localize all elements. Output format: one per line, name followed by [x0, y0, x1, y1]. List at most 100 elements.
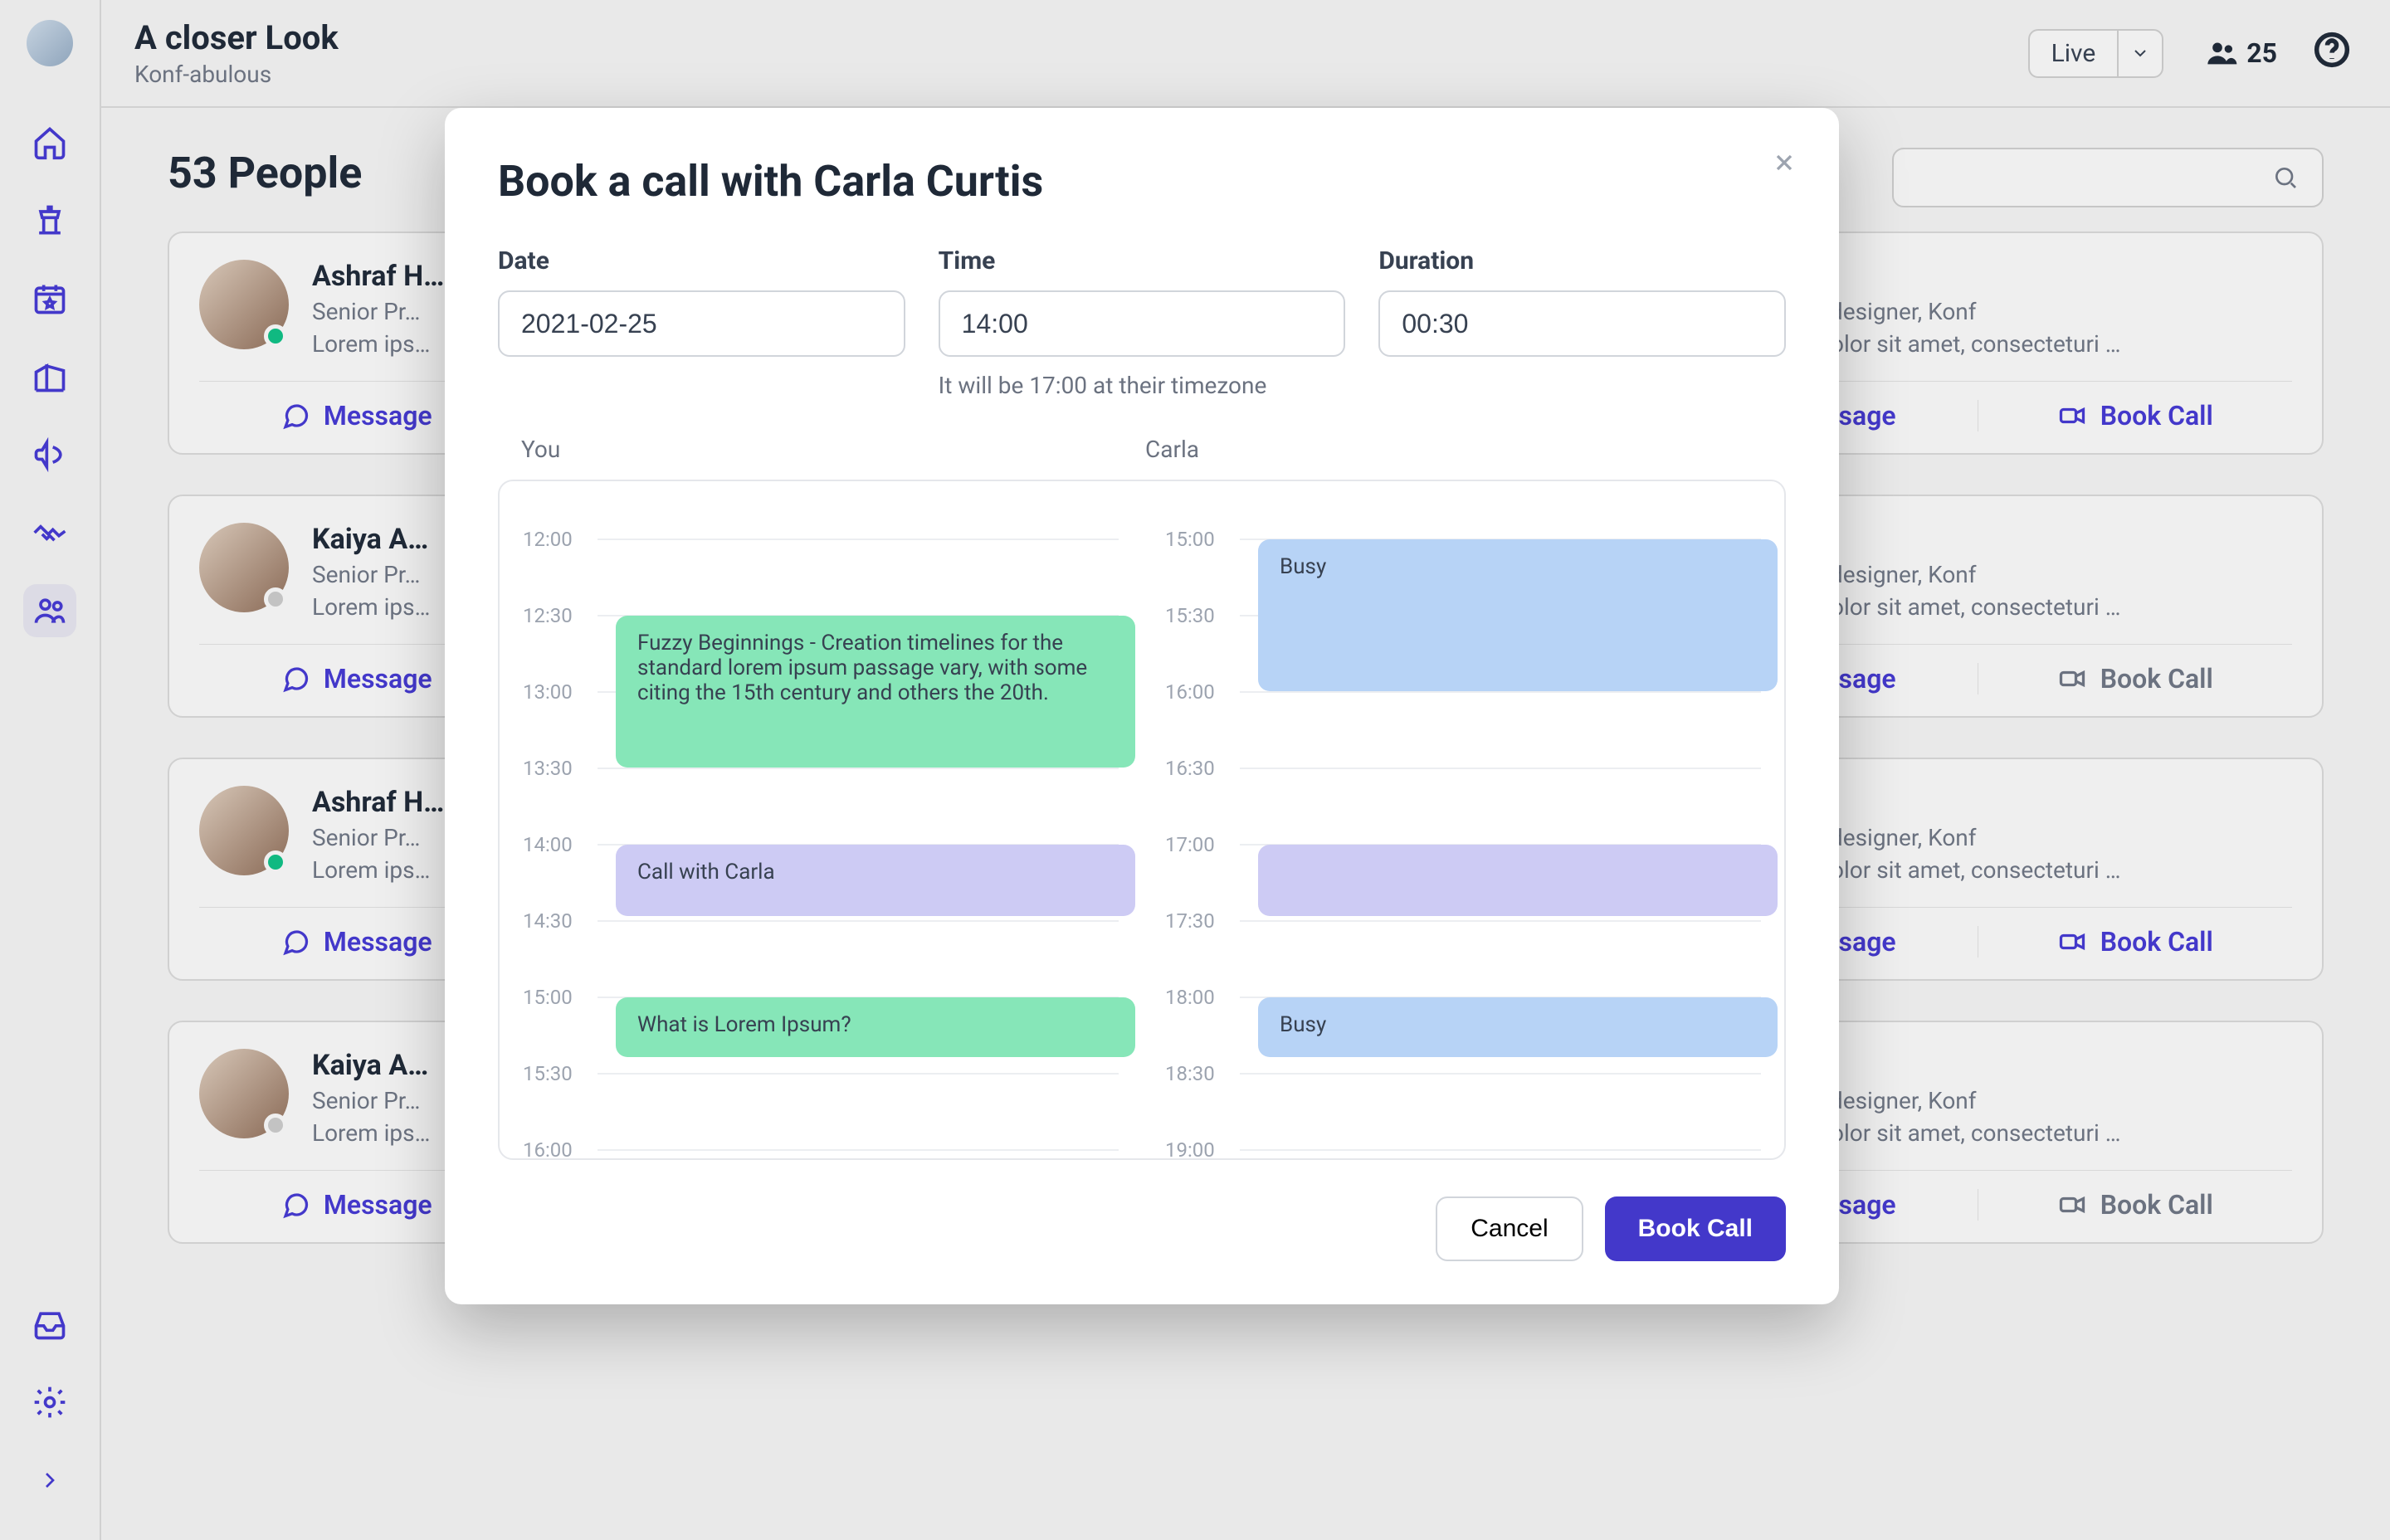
timeline-event[interactable]: Call with Carla [616, 845, 1135, 916]
timeline-event[interactable] [1258, 845, 1778, 916]
time-slot: 12:00 [523, 501, 1119, 578]
book-call-modal: Book a call with Carla Curtis Date Time … [445, 108, 1839, 1304]
book-call-button[interactable]: Book Call [1978, 400, 2293, 431]
presence-indicator [264, 1114, 287, 1137]
slot-time-label: 19:00 [1165, 1138, 1240, 1160]
person-avatar[interactable] [199, 786, 289, 875]
time-input[interactable] [939, 290, 1346, 357]
timeline-event[interactable]: What is Lorem Ipsum? [616, 997, 1135, 1057]
attendee-count-value: 25 [2246, 37, 2277, 69]
person-avatar[interactable] [199, 1049, 289, 1138]
book-call-button[interactable]: Book Call [1978, 1189, 2293, 1221]
time-slot: 16:00 [523, 1112, 1119, 1160]
user-avatar[interactable] [27, 20, 73, 66]
nav-network[interactable] [23, 506, 76, 559]
search-input[interactable] [1892, 148, 2324, 207]
nav-settings[interactable] [23, 1376, 76, 1429]
search-icon [2272, 164, 2299, 191]
people-icon [2205, 37, 2238, 70]
person-name: …ter [1776, 260, 2292, 293]
live-status-dropdown[interactable] [2117, 29, 2163, 78]
time-label: Time [939, 246, 1346, 275]
presence-indicator [264, 324, 287, 348]
slot-time-label: 18:00 [1165, 986, 1240, 1009]
date-label: Date [498, 246, 905, 275]
modal-footer: Cancel Book Call [498, 1196, 1786, 1261]
date-input[interactable] [498, 290, 905, 357]
gear-icon [32, 1384, 68, 1421]
megaphone-icon [32, 436, 68, 473]
page-subtitle: Konf-abulous [134, 61, 339, 88]
book-call-button[interactable]: Book Call [1978, 926, 2293, 958]
inbox-icon [32, 1306, 68, 1343]
timeline-other[interactable]: 15:0015:3016:0016:3017:0017:3018:0018:30… [1142, 481, 1784, 1158]
nav-expo[interactable] [23, 350, 76, 403]
nav-people[interactable] [23, 584, 76, 637]
timezone-note: It will be 17:00 at their timezone [939, 372, 1346, 399]
duration-input[interactable] [1378, 290, 1786, 357]
modal-title: Book a call with Carla Curtis [498, 156, 1786, 207]
topbar: A closer Look Konf-abulous Live 25 [101, 0, 2390, 108]
help-button[interactable] [2314, 32, 2350, 75]
person-role: …uct designer, Konf [1776, 1087, 2292, 1114]
slot-time-label: 15:00 [523, 986, 598, 1009]
slot-time-label: 13:00 [523, 680, 598, 704]
help-icon [2314, 32, 2350, 68]
cancel-button[interactable]: Cancel [1436, 1196, 1583, 1261]
person-desc: …m dolor sit amet, consecteturi … [1776, 330, 2292, 358]
person-avatar[interactable] [199, 523, 289, 612]
buildings-icon [32, 358, 68, 395]
slot-time-label: 13:30 [523, 757, 598, 780]
person-avatar[interactable] [199, 260, 289, 349]
home-icon [32, 124, 68, 161]
nav-announce[interactable] [23, 428, 76, 481]
person-desc: …m dolor sit amet, consecteturi … [1776, 856, 2292, 884]
slot-time-label: 16:30 [1165, 757, 1240, 780]
slot-time-label: 12:30 [523, 604, 598, 627]
slot-time-label: 17:00 [1165, 833, 1240, 856]
calendar-star-icon [32, 280, 68, 317]
timeline-headers: You Carla [498, 436, 1786, 463]
duration-label: Duration [1378, 246, 1786, 275]
book-call-button[interactable]: Book Call [1978, 663, 2293, 694]
you-header: You [498, 436, 1142, 463]
other-header: Carla [1142, 436, 1786, 463]
book-call-button[interactable]: Book Call [1605, 1196, 1786, 1261]
nav-home[interactable] [23, 116, 76, 169]
sidebar-bottom [23, 1298, 76, 1540]
slot-time-label: 16:00 [523, 1138, 598, 1160]
person-desc: …m dolor sit amet, consecteturi … [1776, 593, 2292, 621]
timeline-event[interactable]: Fuzzy Beginnings - Creation timelines fo… [616, 616, 1135, 768]
chevron-right-icon [37, 1467, 63, 1494]
time-field: Time It will be 17:00 at their timezone [939, 246, 1346, 399]
person-role: …uct designer, Konf [1776, 561, 2292, 588]
handshake-icon [32, 514, 68, 551]
chevron-down-icon [2130, 43, 2150, 63]
date-field: Date [498, 246, 905, 399]
duration-field: Duration [1378, 246, 1786, 399]
presence-indicator [264, 587, 287, 611]
nav-schedule[interactable] [23, 272, 76, 325]
timeline-event[interactable]: Busy [1258, 997, 1778, 1057]
nav-inbox[interactable] [23, 1298, 76, 1351]
title-block: A closer Look Konf-abulous [134, 18, 339, 88]
slot-time-label: 15:00 [1165, 528, 1240, 551]
presence-indicator [264, 850, 287, 874]
slot-time-label: 15:30 [523, 1062, 598, 1085]
timeline-you[interactable]: 12:00 12:30 13:00 13:30 14:00 14:30 15:00 15:30… [500, 481, 1142, 1158]
timeline-event[interactable]: Busy [1258, 539, 1778, 691]
attendee-count[interactable]: 25 [2205, 37, 2277, 70]
person-name: Torff [1776, 1049, 2292, 1082]
people-icon [32, 592, 68, 629]
slot-time-label: 18:30 [1165, 1062, 1240, 1085]
live-status-button[interactable]: Live [2028, 29, 2118, 78]
slot-time-label: 14:00 [523, 833, 598, 856]
time-slot: 16:30 [1165, 730, 1761, 807]
slot-time-label: 14:30 [523, 909, 598, 933]
nav-expand[interactable] [23, 1454, 76, 1507]
live-status-group: Live [2028, 29, 2164, 78]
podium-icon [32, 202, 68, 239]
nav-stage[interactable] [23, 194, 76, 247]
person-name: …ter [1776, 786, 2292, 819]
modal-close-button[interactable] [1766, 144, 1802, 181]
